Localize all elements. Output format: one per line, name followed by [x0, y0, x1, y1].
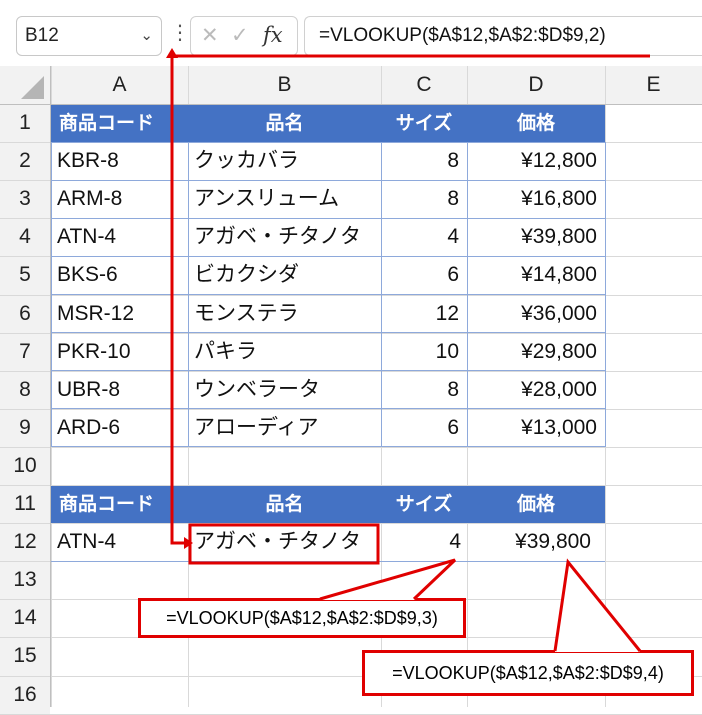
row-header-11[interactable]: 11 — [0, 485, 50, 524]
formula-buttons: ✕ ✓ fx — [190, 16, 298, 56]
cell-size[interactable]: 6 — [381, 256, 467, 294]
table-border — [51, 332, 605, 334]
table-border — [51, 141, 605, 143]
table-border — [51, 217, 605, 219]
cell-product-code[interactable]: MSR-12 — [51, 295, 188, 333]
row-header-9[interactable]: 9 — [0, 408, 50, 447]
column-header-c[interactable]: C — [381, 66, 467, 104]
table-border — [51, 446, 605, 448]
header-cell-price[interactable]: 価格 — [467, 104, 605, 142]
cell-product-name[interactable]: アローディア — [188, 409, 381, 447]
cell-product-name[interactable]: アガベ・チタノタ — [188, 218, 381, 256]
cancel-icon[interactable]: ✕ — [201, 23, 219, 47]
cell-product-code[interactable]: ATN-4 — [51, 218, 188, 256]
table-border — [51, 560, 605, 562]
cell-product-code[interactable]: BKS-6 — [51, 256, 188, 294]
gridline — [0, 713, 702, 715]
cell-product-name[interactable]: クッカバラ — [188, 142, 381, 180]
table-border — [188, 142, 189, 447]
cell-size[interactable]: 4 — [381, 218, 467, 256]
chevron-down-icon[interactable]: ⌄ — [140, 17, 153, 55]
select-all-corner[interactable] — [0, 66, 50, 104]
cell-product-name[interactable]: アンスリューム — [188, 180, 381, 218]
column-header-d[interactable]: D — [467, 66, 605, 104]
cell-price[interactable]: ¥28,000 — [467, 371, 605, 409]
cell-product-code[interactable]: KBR-8 — [51, 142, 188, 180]
table-border — [381, 142, 382, 447]
cell-size[interactable]: 10 — [381, 333, 467, 371]
price-formula-callout: =VLOOKUP($A$12,$A$2:$D$9,4) — [362, 650, 694, 696]
cell-product-code[interactable]: ARM-8 — [51, 180, 188, 218]
header-cell-product-code[interactable]: 商品コード — [51, 485, 188, 523]
cell-product-name[interactable]: モンステラ — [188, 295, 381, 333]
header-cell-price[interactable]: 価格 — [467, 485, 605, 523]
size-formula-text: =VLOOKUP($A$12,$A$2:$D$9,3) — [166, 608, 438, 628]
lookup-cell-product-code[interactable]: ATN-4 — [51, 523, 188, 561]
table-border — [51, 142, 52, 447]
cell-price[interactable]: ¥13,000 — [467, 409, 605, 447]
cell-product-name[interactable]: ウンベラータ — [188, 371, 381, 409]
cell-product-code[interactable]: UBR-8 — [51, 371, 188, 409]
cell-size[interactable]: 12 — [381, 295, 467, 333]
cell-product-code[interactable]: PKR-10 — [51, 333, 188, 371]
header-cell-product-code[interactable]: 商品コード — [51, 104, 188, 142]
name-box-value: B12 — [25, 25, 59, 46]
row-header-3[interactable]: 3 — [0, 180, 50, 219]
row-header-15[interactable]: 15 — [0, 637, 50, 676]
cell-price[interactable]: ¥29,800 — [467, 333, 605, 371]
cell-price[interactable]: ¥12,800 — [467, 142, 605, 180]
row-header-7[interactable]: 7 — [0, 332, 50, 371]
enter-icon[interactable]: ✓ — [231, 23, 249, 47]
name-box[interactable]: B12 ⌄ — [16, 16, 162, 56]
table-border — [605, 142, 606, 447]
callout-pointer-fill — [555, 562, 640, 652]
table-border — [51, 408, 605, 410]
row-header-10[interactable]: 10 — [0, 446, 50, 485]
row-header-8[interactable]: 8 — [0, 370, 50, 409]
cell-size[interactable]: 6 — [381, 409, 467, 447]
row-header-2[interactable]: 2 — [0, 142, 50, 181]
header-cell-size[interactable]: サイズ — [381, 485, 467, 523]
row-header-16[interactable]: 16 — [0, 675, 50, 714]
cell-price[interactable]: ¥39,800 — [467, 218, 605, 256]
table-border — [51, 179, 605, 181]
cell-price[interactable]: ¥16,800 — [467, 180, 605, 218]
cell-price[interactable]: ¥14,800 — [467, 256, 605, 294]
row-header-1[interactable]: 1 — [0, 104, 50, 143]
cell-size[interactable]: 8 — [381, 142, 467, 180]
column-header-a[interactable]: A — [51, 66, 188, 104]
cell-product-name[interactable]: パキラ — [188, 333, 381, 371]
table-border — [51, 370, 605, 372]
header-cell-product-name[interactable]: 品名 — [188, 104, 381, 142]
lookup-cell-price[interactable]: ¥39,800 — [467, 523, 605, 561]
table-border — [51, 255, 605, 257]
insert-function-icon[interactable]: fx — [263, 23, 283, 47]
row-header-12[interactable]: 12 — [0, 523, 50, 562]
row-header-5[interactable]: 5 — [0, 256, 50, 295]
price-formula-text: =VLOOKUP($A$12,$A$2:$D$9,4) — [392, 663, 664, 683]
cell-size[interactable]: 8 — [381, 180, 467, 218]
row-header-13[interactable]: 13 — [0, 561, 50, 600]
formula-bar: B12 ⌄ ⋮ ✕ ✓ fx =VLOOKUP($A$12,$A$2:$D$9,… — [0, 0, 702, 62]
callout-pointer-fill — [320, 560, 455, 600]
callout-pointer — [319, 558, 457, 601]
lookup-cell-product-name[interactable]: アガベ・チタノタ — [188, 523, 381, 561]
cell-price[interactable]: ¥36,000 — [467, 295, 605, 333]
cell-product-code[interactable]: ARD-6 — [51, 409, 188, 447]
header-cell-size[interactable]: サイズ — [381, 104, 467, 142]
row-header-6[interactable]: 6 — [0, 294, 50, 333]
column-header-e[interactable]: E — [605, 66, 702, 104]
formula-input[interactable]: =VLOOKUP($A$12,$A$2:$D$9,2) — [304, 16, 702, 56]
table-border — [51, 294, 605, 295]
lookup-cell-size[interactable]: 4 — [381, 523, 467, 561]
more-icon[interactable]: ⋮ — [170, 20, 190, 44]
size-formula-callout: =VLOOKUP($A$12,$A$2:$D$9,3) — [138, 598, 466, 638]
table-border — [467, 142, 468, 447]
column-header-b[interactable]: B — [188, 66, 381, 104]
cell-size[interactable]: 8 — [381, 371, 467, 409]
row-header-4[interactable]: 4 — [0, 218, 50, 257]
cell-product-name[interactable]: ビカクシダ — [188, 256, 381, 294]
header-cell-product-name[interactable]: 品名 — [188, 485, 381, 523]
row-header-14[interactable]: 14 — [0, 599, 50, 638]
